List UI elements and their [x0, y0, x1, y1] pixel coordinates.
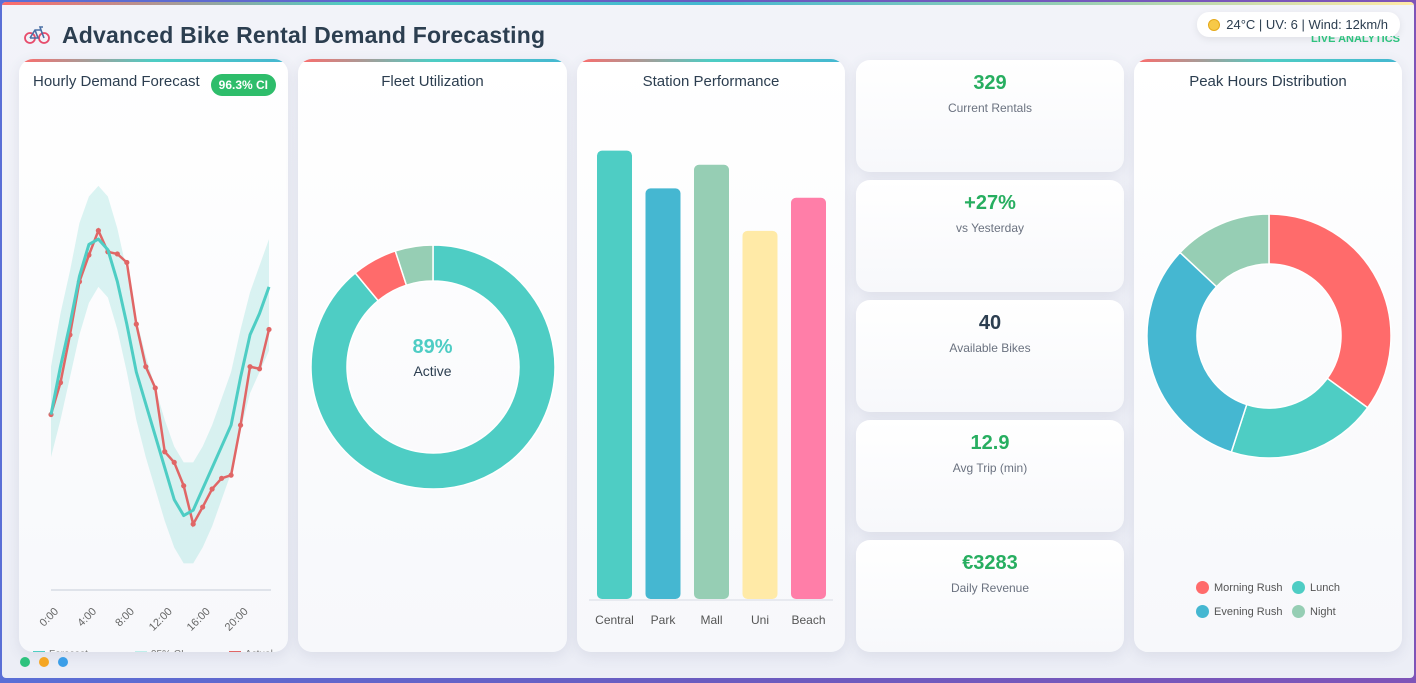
- x-tick-label: 8:00: [113, 606, 137, 630]
- peak-legend-item[interactable]: Evening Rush: [1196, 605, 1283, 618]
- peak-slice[interactable]: [1146, 251, 1248, 453]
- peak-hours-card: Peak Hours Distribution Morning Rush Lunc…: [1134, 59, 1402, 652]
- x-tick-label: 12:00: [147, 606, 175, 634]
- legend-label: Evening Rush: [1214, 605, 1283, 618]
- kpi-card[interactable]: €3283 Daily Revenue: [856, 540, 1124, 652]
- bar-beach[interactable]: [791, 197, 826, 600]
- legend-dot: [1292, 581, 1305, 594]
- kpi-card[interactable]: 329 Current Rentals: [856, 60, 1124, 172]
- actual-point[interactable]: [181, 483, 187, 489]
- actual-point[interactable]: [256, 366, 263, 372]
- demand-forecast-card: Hourly Demand Forecast 96.3% CI 0:00 4:00…: [19, 59, 288, 652]
- legend-label: Morning Rush: [1214, 581, 1283, 594]
- fleet-center-label: Active: [413, 363, 452, 379]
- weather-widget: 24°C | UV: 6 | Wind: 12km/h: [1197, 12, 1400, 37]
- legend-swatch: [33, 651, 45, 652]
- page-title: Advanced Bike Rental Demand Forecasting: [62, 21, 546, 48]
- actual-point[interactable]: [143, 364, 149, 370]
- peak-donut-chart[interactable]: [1134, 59, 1402, 652]
- peak-legend-item[interactable]: Morning Rush: [1196, 581, 1282, 594]
- bar-mall[interactable]: [694, 164, 729, 599]
- fleet-center-value: 89%: [412, 336, 453, 358]
- peak-slice[interactable]: [1268, 213, 1392, 409]
- x-tick-label: 0:00: [37, 606, 61, 630]
- actual-point[interactable]: [124, 259, 130, 266]
- actual-point[interactable]: [162, 449, 168, 455]
- legend-label: Actual: [245, 649, 273, 652]
- kpi-value: 12.9: [970, 432, 1010, 454]
- status-dot-orange: [39, 657, 49, 667]
- x-tick-label: 16:00: [185, 606, 213, 634]
- status-dot-green: [20, 657, 30, 667]
- sun-icon: [1208, 18, 1221, 31]
- header: Advanced Bike Rental Demand Forecasting: [24, 20, 545, 50]
- x-tick-label: 4:00: [75, 606, 99, 630]
- legend-swatch: [135, 651, 147, 652]
- actual-point[interactable]: [133, 321, 139, 327]
- fleet-utilization-card: Fleet Utilization 89% Active: [298, 59, 567, 652]
- station-performance-card: Station Performance Central Park Mall Uni Be…: [577, 59, 845, 652]
- bar-central[interactable]: [597, 150, 632, 599]
- bar-label: Mall: [700, 613, 722, 627]
- actual-point[interactable]: [266, 326, 272, 333]
- kpi-card[interactable]: 12.9 Avg Trip (min): [856, 420, 1124, 532]
- bar-uni[interactable]: [742, 230, 778, 599]
- legend-label: Forecast: [49, 649, 88, 652]
- actual-point[interactable]: [95, 227, 101, 234]
- legend-label: Lunch: [1310, 581, 1340, 594]
- peak-legend-item[interactable]: Lunch: [1292, 581, 1340, 594]
- bar-park[interactable]: [645, 188, 681, 600]
- kpi-value: €3283: [962, 552, 1018, 574]
- top-accent-stripe: [2, 2, 1414, 5]
- bar-label: Uni: [751, 613, 769, 627]
- actual-point[interactable]: [200, 504, 206, 510]
- kpi-label: Daily Revenue: [950, 581, 1030, 595]
- kpi-value: 40: [978, 312, 1002, 334]
- legend-dot: [1292, 605, 1305, 618]
- weather-text: 24°C | UV: 6 | Wind: 12km/h: [1226, 17, 1388, 32]
- legend-swatch: [229, 651, 241, 652]
- actual-point[interactable]: [247, 364, 253, 370]
- legend-dot: [1196, 581, 1209, 594]
- kpi-value: 329: [973, 72, 1007, 94]
- kpi-label: vs Yesterday: [955, 221, 1025, 235]
- status-dot-blue: [58, 657, 68, 667]
- status-dots: [20, 657, 68, 667]
- peak-legend-item[interactable]: Night: [1292, 605, 1336, 618]
- actual-point[interactable]: [219, 475, 225, 481]
- live-badge: LIVE ANALYTICS: [1310, 36, 1400, 42]
- actual-point[interactable]: [190, 521, 196, 527]
- bar-label: Beach: [791, 613, 825, 627]
- demand-line-chart[interactable]: 0:00 4:00 8:00 12:00 16:00 20:00 Forecast 95% C…: [19, 59, 288, 652]
- legend-label: Night: [1310, 605, 1336, 618]
- bar-label: Park: [651, 613, 677, 627]
- kpi-value: +27%: [964, 192, 1016, 214]
- kpi-card[interactable]: 40 Available Bikes: [856, 300, 1124, 412]
- bar-label: Central: [595, 613, 634, 627]
- bicycle-icon: [24, 26, 50, 44]
- ci-band: [51, 185, 269, 564]
- actual-point[interactable]: [171, 459, 177, 465]
- kpi-label: Available Bikes: [949, 341, 1031, 355]
- actual-point[interactable]: [114, 251, 120, 257]
- kpi-label: Avg Trip (min): [952, 461, 1028, 475]
- actual-point[interactable]: [228, 472, 234, 478]
- legend-dot: [1196, 605, 1209, 618]
- actual-point[interactable]: [209, 486, 215, 492]
- station-bar-chart[interactable]: Central Park Mall Uni Beach: [577, 59, 845, 652]
- actual-point[interactable]: [237, 422, 244, 428]
- kpi-card[interactable]: +27% vs Yesterday: [856, 180, 1124, 292]
- dashboard-frame: Advanced Bike Rental Demand Forecasting …: [2, 2, 1414, 678]
- kpi-label: Current Rentals: [947, 101, 1033, 115]
- actual-point[interactable]: [152, 385, 158, 391]
- legend-label: 95% CI: [151, 649, 184, 652]
- x-tick-label: 20:00: [223, 606, 251, 634]
